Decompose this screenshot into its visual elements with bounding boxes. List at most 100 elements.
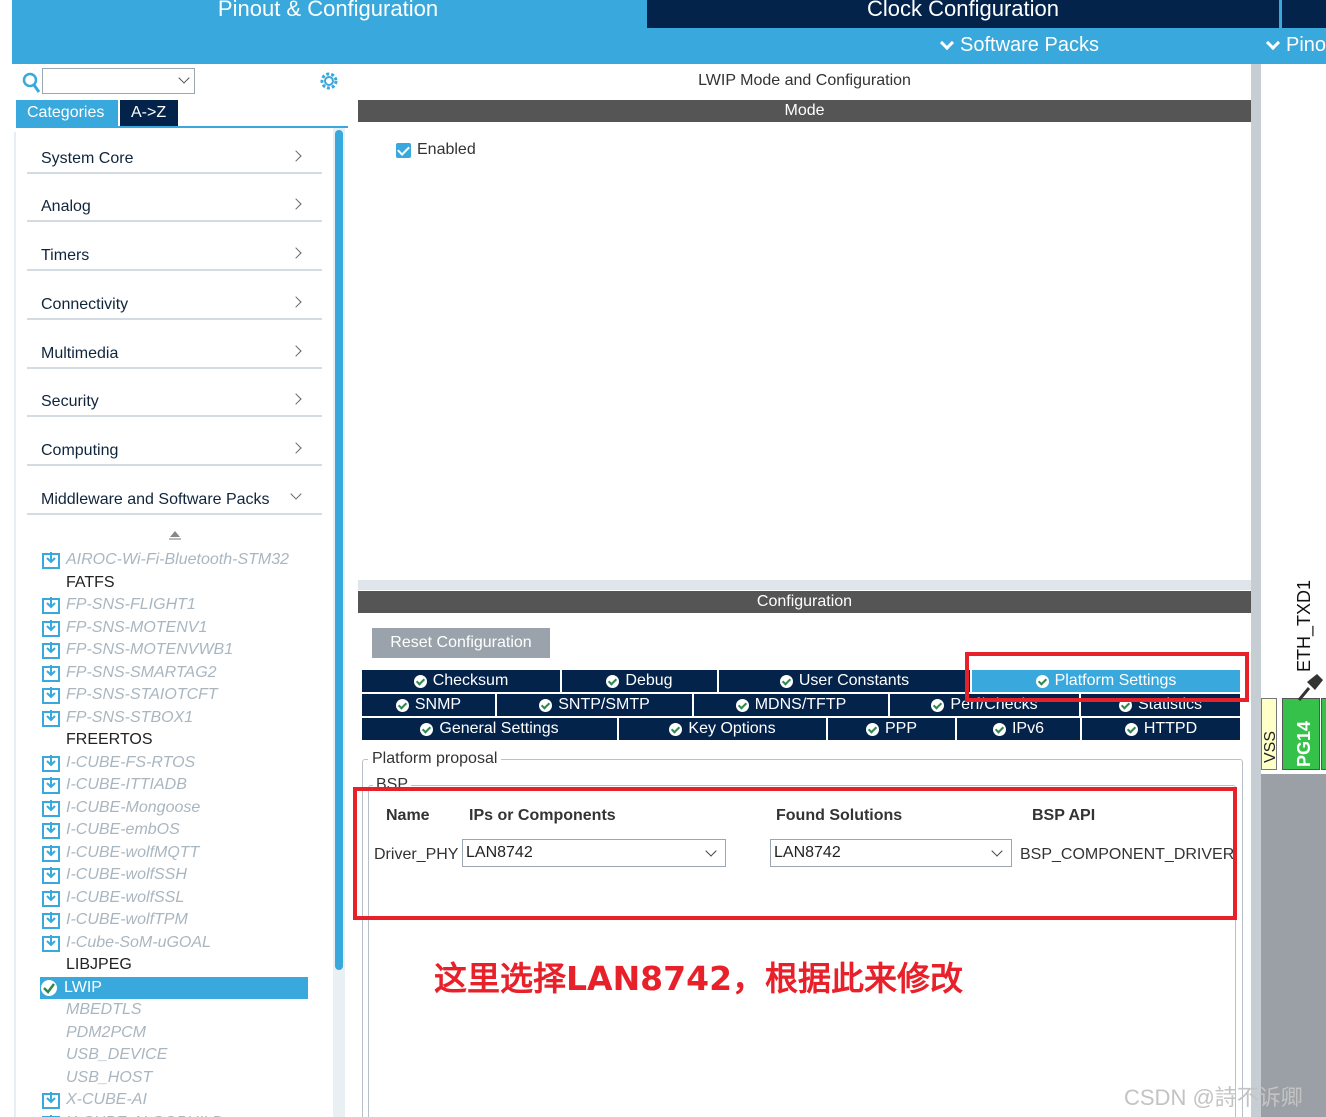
tab-user-constants[interactable]: User Constants xyxy=(719,670,972,692)
category-middleware[interactable]: Middleware and Software Packs xyxy=(27,475,322,515)
tab-categories[interactable]: Categories xyxy=(16,100,118,126)
gear-icon[interactable] xyxy=(318,70,340,92)
category-connectivity[interactable]: Connectivity xyxy=(27,280,322,320)
tab-label: SNMP xyxy=(414,696,462,713)
tab-snmp[interactable]: SNMP xyxy=(362,694,497,716)
middleware-item[interactable]: FP-SNS-MOTENV1 xyxy=(42,617,310,639)
panel-splitter[interactable] xyxy=(358,580,1251,590)
middleware-item[interactable]: FP-SNS-MOTENVWB1 xyxy=(42,639,310,661)
check-ok-icon xyxy=(865,722,879,736)
tab-mdns-tftp[interactable]: MDNS/TFTP xyxy=(694,694,890,716)
category-analog[interactable]: Analog xyxy=(27,182,322,222)
tab-pinout-configuration[interactable]: Pinout & Configuration xyxy=(12,0,644,28)
center-scrollbar[interactable] xyxy=(1251,64,1261,1117)
sidebar-border xyxy=(14,132,16,1117)
tab-clock-configuration[interactable]: Clock Configuration xyxy=(647,0,1279,28)
middleware-item[interactable]: I-CUBE-wolfSSH xyxy=(42,864,310,886)
category-label: Security xyxy=(41,393,99,410)
enabled-label: Enabled xyxy=(417,141,476,158)
download-icon xyxy=(42,754,60,772)
middleware-item[interactable]: PDM2PCM xyxy=(42,1022,310,1044)
middleware-item-label: AIROC-Wi-Fi-Bluetooth-STM32 xyxy=(66,551,290,568)
category-timers[interactable]: Timers xyxy=(27,231,322,271)
check-ok-icon xyxy=(931,698,945,712)
middleware-item-label: PDM2PCM xyxy=(66,1023,147,1041)
category-security[interactable]: Security xyxy=(27,377,322,417)
checkbox-checked-icon[interactable] xyxy=(396,142,411,158)
middleware-item[interactable]: X-CUBE-ALGOBUILD xyxy=(42,1112,310,1117)
middleware-item-label: X-CUBE-ALGOBUILD xyxy=(66,1114,223,1117)
tab-underline xyxy=(16,126,348,128)
middleware-item[interactable]: I-CUBE-embOS xyxy=(42,819,310,841)
check-ok-icon xyxy=(669,722,683,736)
middleware-item[interactable]: X-CUBE-AI xyxy=(42,1089,310,1111)
annotation-text: 这里选择LAN8742，根据此来修改 xyxy=(434,959,964,998)
middleware-item[interactable]: MBEDTLS xyxy=(42,999,310,1021)
category-computing[interactable]: Computing xyxy=(27,426,322,466)
middleware-item[interactable]: I-CUBE-Mongoose xyxy=(42,797,310,819)
middleware-item[interactable]: USB_DEVICE xyxy=(42,1044,310,1066)
tab-extra[interactable] xyxy=(1282,0,1326,28)
chevron-right-icon xyxy=(290,198,302,210)
tab-checksum[interactable]: Checksum xyxy=(362,670,562,692)
middleware-item[interactable]: I-CUBE-wolfMQTT xyxy=(42,842,310,864)
middleware-item[interactable]: I-CUBE-FS-RTOS xyxy=(42,752,310,774)
middleware-item[interactable]: FREERTOS xyxy=(42,729,310,751)
middleware-item[interactable]: FATFS xyxy=(42,572,310,594)
tab-httpd[interactable]: HTTPD xyxy=(1082,718,1242,740)
platform-proposal-label: Platform proposal xyxy=(368,750,502,768)
middleware-item[interactable]: FP-SNS-FLIGHT1 xyxy=(42,594,310,616)
middleware-item[interactable]: FP-SNS-SMARTAG2 xyxy=(42,662,310,684)
middleware-item[interactable]: USB_HOST xyxy=(42,1067,310,1089)
tab-label: Checksum xyxy=(432,672,509,689)
collapse-arrow-icon[interactable] xyxy=(170,531,180,537)
middleware-item[interactable]: FP-SNS-STAIOTCFT xyxy=(42,684,310,706)
download-icon xyxy=(42,597,60,614)
search-icon[interactable] xyxy=(22,72,40,94)
pin-pg14[interactable]: PG14 xyxy=(1282,698,1320,770)
reset-configuration-button[interactable]: Reset Configuration xyxy=(372,628,550,658)
category-system-core[interactable]: System Core xyxy=(27,134,322,174)
sidebar-tabs: Categories A->Z xyxy=(16,100,178,126)
chevron-right-icon xyxy=(290,247,302,259)
pin-vss[interactable]: VSS xyxy=(1261,698,1279,770)
tab-general-settings[interactable]: General Settings xyxy=(362,718,619,740)
middleware-item[interactable]: I-Cube-SoM-uGOAL xyxy=(42,932,310,954)
download-icon xyxy=(42,777,60,794)
software-packs-menu[interactable]: Software Packs xyxy=(939,34,1099,57)
download-icon xyxy=(42,664,60,682)
middleware-item[interactable]: AIROC-Wi-Fi-Bluetooth-STM32 xyxy=(42,549,310,571)
pin-next[interactable] xyxy=(1321,698,1326,770)
middleware-item[interactable]: I-CUBE-ITTIADB xyxy=(42,774,310,796)
category-label: Analog xyxy=(41,198,91,215)
download-icon xyxy=(42,709,60,727)
chevron-down-icon xyxy=(939,35,955,50)
chevron-right-icon xyxy=(290,442,302,454)
watermark: CSDN @詩不诉卿 xyxy=(1124,1085,1303,1110)
tab-key-options[interactable]: Key Options xyxy=(619,718,828,740)
enabled-checkbox[interactable]: Enabled xyxy=(396,141,476,159)
tab-ppp[interactable]: PPP xyxy=(828,718,957,740)
search-input[interactable] xyxy=(42,68,195,94)
tab-a-to-z[interactable]: A->Z xyxy=(120,100,178,126)
check-ok-icon xyxy=(992,722,1006,736)
tab-ipv6[interactable]: IPv6 xyxy=(957,718,1082,740)
tab-sntp-smtp[interactable]: SNTP/SMTP xyxy=(497,694,694,716)
download-icon xyxy=(42,844,60,862)
tab-label: Key Options xyxy=(688,720,776,737)
category-label: Computing xyxy=(41,442,119,459)
category-multimedia[interactable]: Multimedia xyxy=(27,329,322,369)
middleware-item[interactable]: I-CUBE-wolfTPM xyxy=(42,909,310,931)
tab-debug[interactable]: Debug xyxy=(562,670,719,692)
middleware-item[interactable]: I-CUBE-wolfSSL xyxy=(42,887,310,909)
middleware-item-label: FATFS xyxy=(66,573,115,591)
middleware-item[interactable]: LIBJPEG xyxy=(42,954,310,976)
scrollbar-thumb[interactable] xyxy=(335,130,343,970)
check-ok-icon xyxy=(539,698,553,712)
category-label: Multimedia xyxy=(41,345,119,362)
pinout-menu[interactable]: Pinout xyxy=(1265,34,1326,57)
chevron-down-icon[interactable] xyxy=(178,72,190,84)
middleware-item[interactable]: LWIP xyxy=(40,976,308,999)
middleware-item-label: I-CUBE-ITTIADB xyxy=(66,776,187,793)
middleware-item[interactable]: FP-SNS-STBOX1 xyxy=(42,707,310,729)
